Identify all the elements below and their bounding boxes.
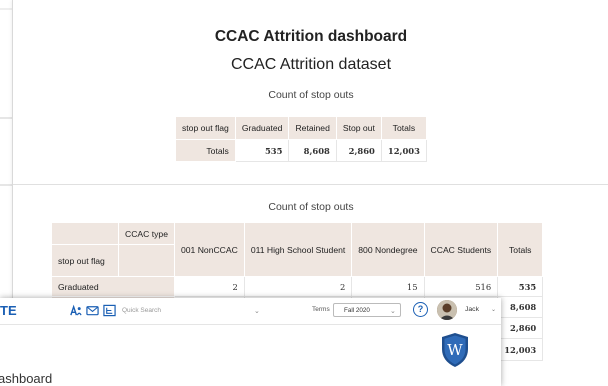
- user-photo-icon: [437, 300, 457, 320]
- table-cell: 535: [234, 139, 290, 162]
- dataset-title: CCAC Attrition dataset: [230, 56, 392, 73]
- table-cell: 2,860: [497, 317, 544, 339]
- user-name[interactable]: Jack: [465, 306, 479, 313]
- table-header: Stop out: [335, 116, 382, 140]
- chevron-down-icon[interactable]: ⌄: [390, 307, 396, 315]
- corner-stop-out-flag: stop out flag: [51, 244, 119, 277]
- section-divider: [13, 184, 608, 185]
- table-cell: 8,608: [288, 139, 337, 162]
- row-header: Totals: [175, 139, 236, 162]
- chevron-down-icon[interactable]: ⌄: [491, 306, 496, 313]
- table-cell: 2: [173, 276, 245, 297]
- table-cell: 12,003: [380, 139, 427, 162]
- column-header: Totals: [497, 222, 544, 277]
- quick-search-input[interactable]: Quick Search: [118, 303, 272, 319]
- mail-icon[interactable]: [86, 304, 99, 317]
- column-header: CCAC Students: [423, 222, 499, 277]
- table-cell: 15: [351, 276, 425, 297]
- top-bar: TE Quick Search ⌄ Terms Fall 2020 ⌄ ? Ja…: [0, 298, 501, 325]
- sitemap-icon[interactable]: [103, 304, 116, 317]
- column-header: 001 NonCCAC: [173, 222, 245, 277]
- terms-label: Terms: [312, 306, 330, 313]
- corner-empty: [118, 244, 175, 277]
- table-cell: 535: [497, 276, 544, 297]
- table-header: stop out flag: [175, 116, 236, 140]
- table-header: Graduated: [234, 116, 290, 140]
- help-icon[interactable]: ?: [413, 302, 428, 317]
- corner-empty: [51, 222, 119, 245]
- table-cell: 8,608: [497, 296, 544, 318]
- shield-logo: W: [442, 333, 468, 367]
- chevron-down-icon[interactable]: ⌄: [254, 307, 260, 315]
- table-header: Totals: [380, 116, 427, 140]
- table-cell: 2,860: [335, 139, 382, 162]
- column-header: 800 Nondegree: [351, 222, 425, 277]
- table-cell: 12,003: [497, 338, 544, 361]
- avatar[interactable]: [437, 300, 457, 320]
- svg-text:W: W: [447, 341, 463, 359]
- terms-value: Fall 2020: [344, 307, 370, 314]
- column-header: 011 High School Student: [243, 222, 353, 277]
- table-cell: 516: [423, 276, 499, 297]
- dashboard-title: CCAC Attrition dashboard: [214, 28, 408, 45]
- page-heading: ashboard: [0, 371, 53, 386]
- table-cell: 2: [243, 276, 353, 297]
- table2-label: Count of stop outs: [268, 201, 354, 213]
- brand-logo[interactable]: TE: [0, 303, 17, 318]
- row-header: Graduated: [51, 276, 175, 297]
- corner-ccac-type: CCAC type: [118, 222, 175, 245]
- table1-label: Count of stop outs: [268, 89, 354, 101]
- app-window: TE Quick Search ⌄ Terms Fall 2020 ⌄ ? Ja…: [0, 298, 501, 386]
- table-header: Retained: [288, 116, 337, 140]
- people-icon[interactable]: [69, 304, 82, 317]
- summary-table: stop out flag Graduated Retained Stop ou…: [175, 116, 427, 162]
